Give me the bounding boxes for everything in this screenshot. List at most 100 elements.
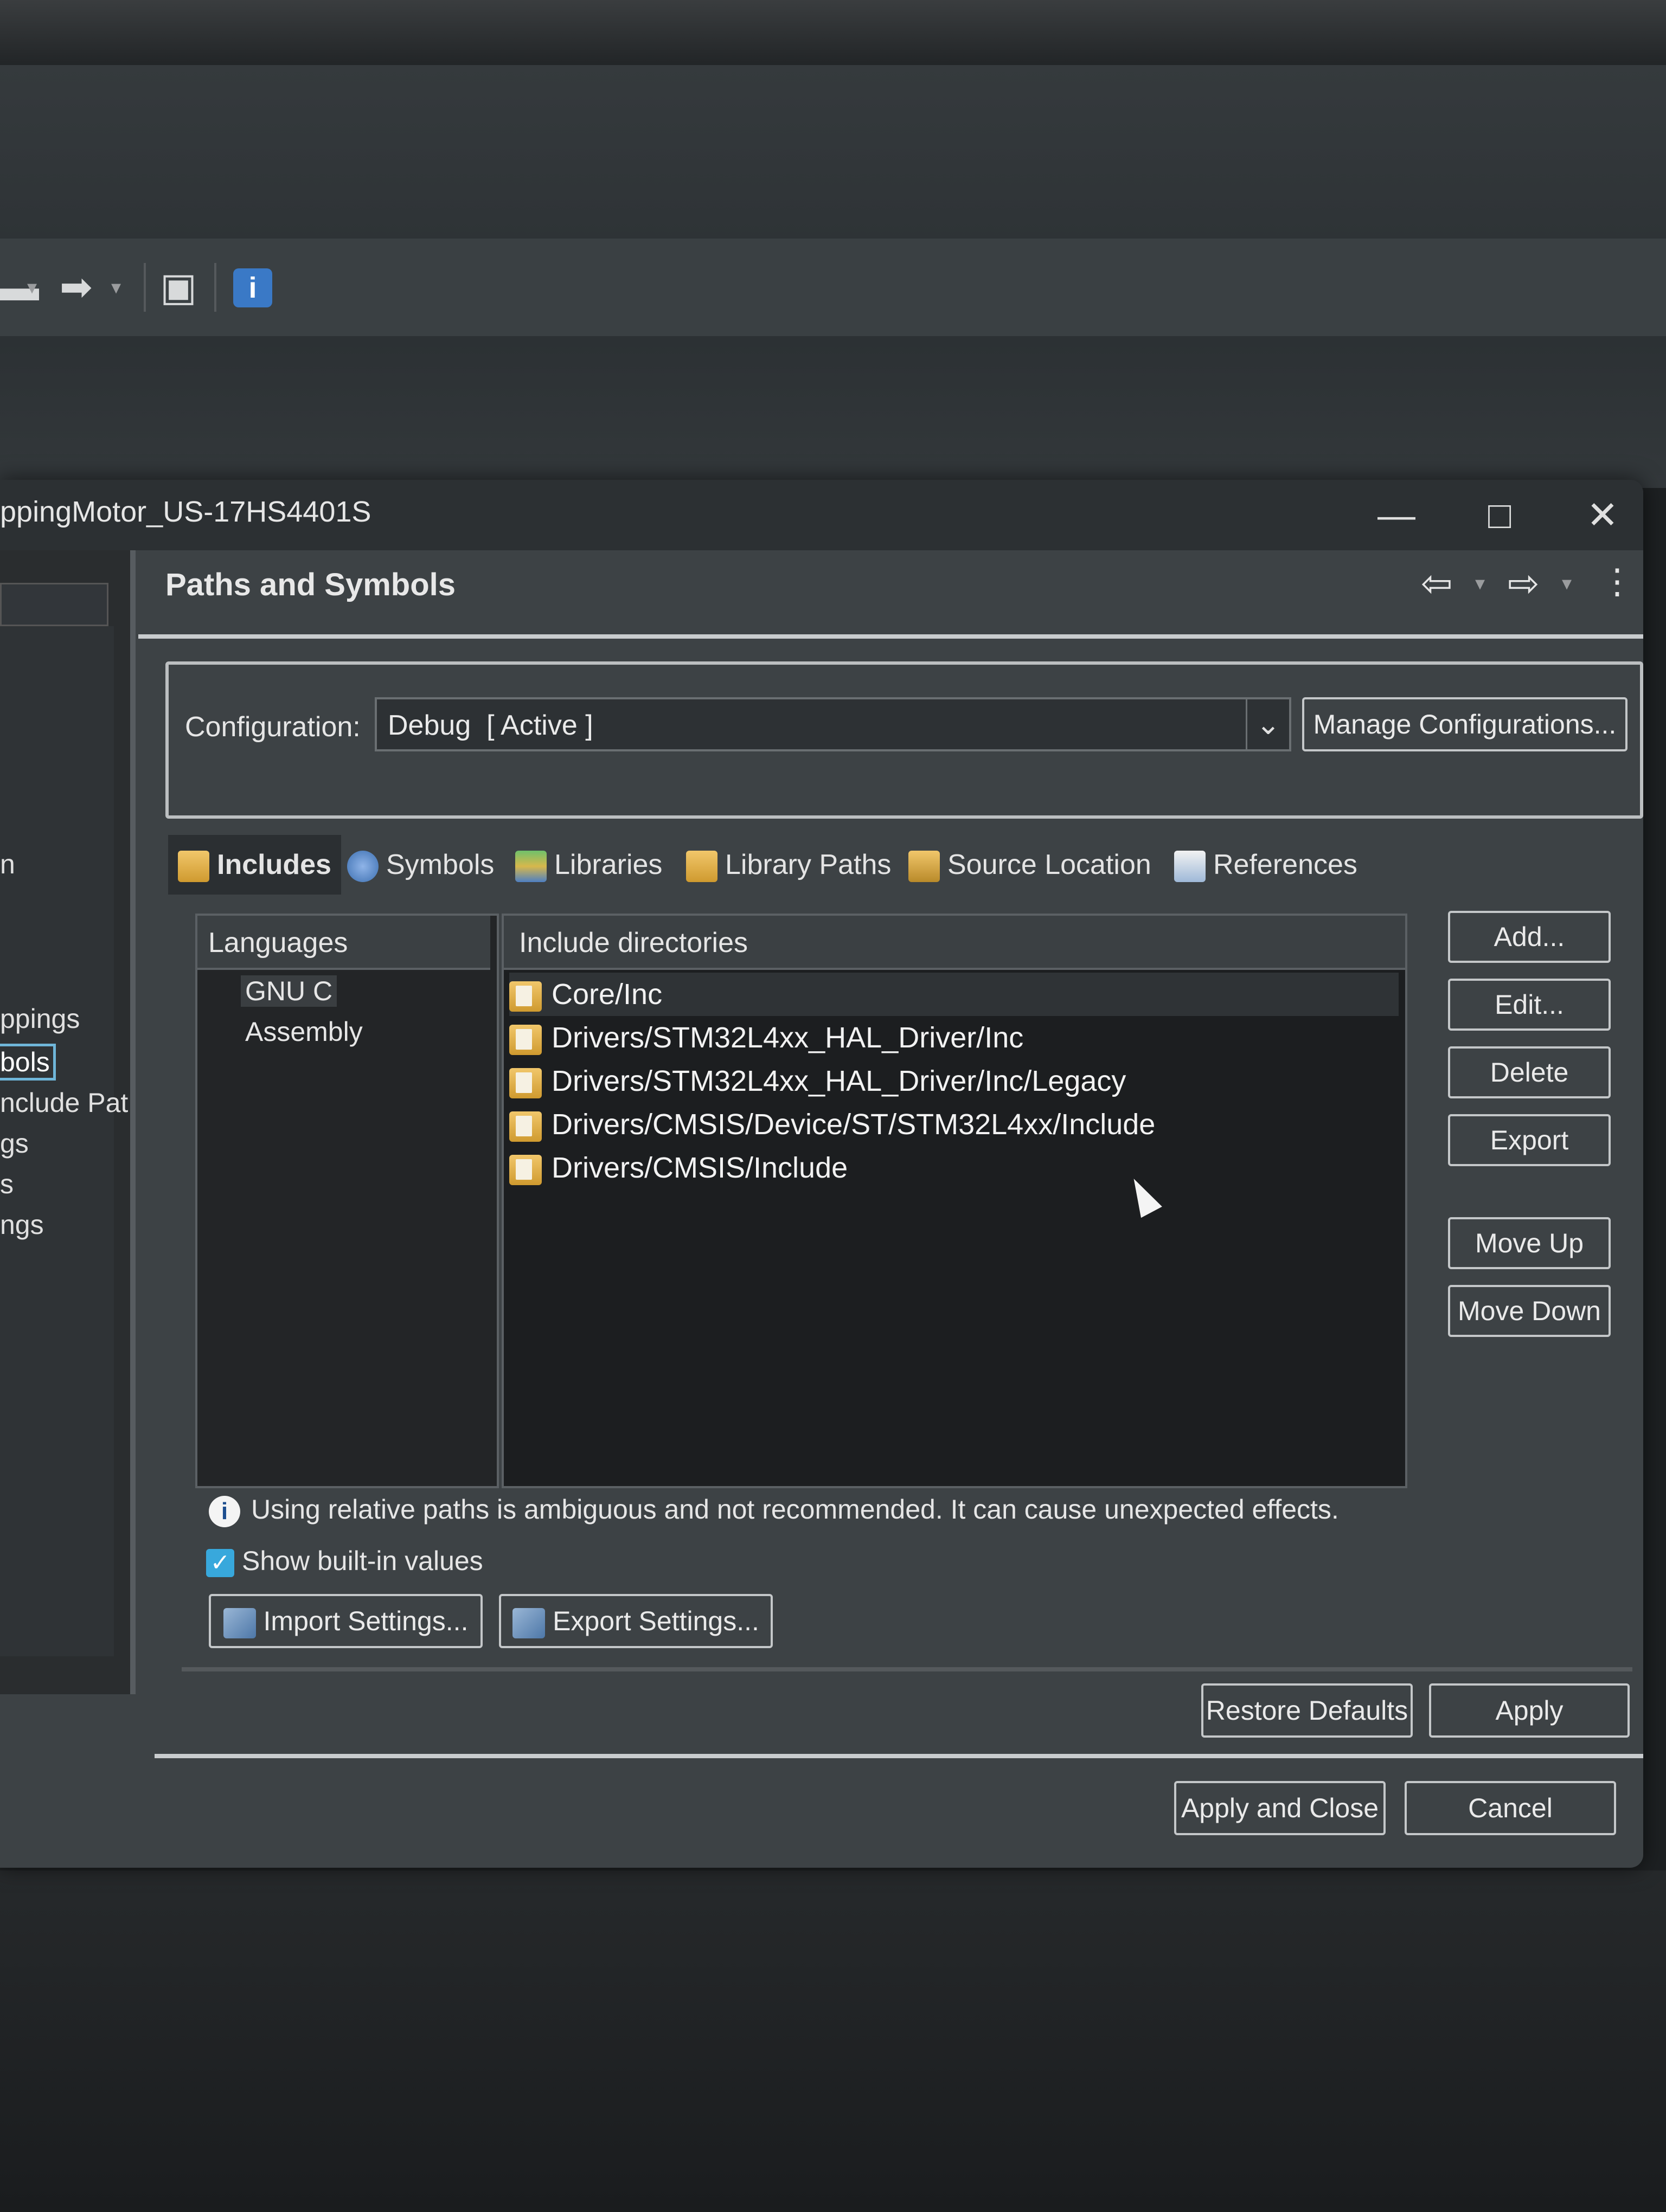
language-item-gnu-c[interactable]: GNU C bbox=[241, 975, 337, 1007]
include-folder-icon bbox=[509, 1111, 542, 1142]
pin-editor-icon[interactable]: ▣ bbox=[160, 260, 197, 314]
symbols-icon bbox=[347, 851, 379, 883]
language-item-assembly[interactable]: Assembly bbox=[241, 1016, 367, 1047]
warning-text: Using relative paths is ambiguous and no… bbox=[251, 1494, 1339, 1525]
languages-header: Languages bbox=[197, 916, 490, 970]
tab-label: Libraries bbox=[554, 849, 663, 880]
move-up-button[interactable]: Move Up bbox=[1448, 1217, 1611, 1269]
chevron-down-icon[interactable]: ⌄ bbox=[1246, 699, 1289, 749]
include-folder-icon bbox=[509, 1068, 542, 1098]
include-dir-row[interactable]: Drivers/STM32L4xx_HAL_Driver/Inc/Legacy bbox=[509, 1059, 1399, 1103]
include-folder-icon bbox=[509, 1024, 542, 1055]
configuration-value: Debug [ Active ] bbox=[388, 710, 593, 741]
chevron-down-icon[interactable]: ▾ bbox=[27, 260, 37, 314]
ide-toolbar: ▬ ▾ ➡ ▾ ▣ i bbox=[0, 239, 1666, 336]
desk-background bbox=[0, 1870, 1666, 2212]
move-down-button[interactable]: Move Down bbox=[1448, 1285, 1611, 1337]
back-icon[interactable]: ⇦ bbox=[1421, 561, 1453, 606]
tab-label: Source Location bbox=[947, 849, 1151, 880]
checkbox-checked-icon[interactable]: ✓ bbox=[206, 1548, 234, 1577]
source-location-icon bbox=[908, 851, 940, 883]
toolbar-separator bbox=[214, 263, 216, 312]
include-dir-path: Core/Inc bbox=[552, 978, 663, 1011]
forward-arrow-icon[interactable]: ➡ bbox=[60, 260, 92, 314]
manage-configurations-button[interactable]: Manage Configurations... bbox=[1302, 697, 1627, 751]
tab-label: Symbols bbox=[386, 849, 495, 880]
include-dir-row[interactable]: Drivers/CMSIS/Device/ST/STM32L4xx/Includ… bbox=[509, 1103, 1399, 1146]
tab-libraries[interactable]: Libraries bbox=[515, 835, 662, 895]
checkbox-label: Show built-in values bbox=[242, 1546, 483, 1576]
include-directories-list: Include directories Core/Inc Drivers/STM… bbox=[502, 914, 1407, 1488]
apply-and-close-button[interactable]: Apply and Close bbox=[1174, 1781, 1386, 1835]
tab-includes[interactable]: Includes bbox=[168, 835, 341, 895]
header-divider bbox=[138, 634, 1643, 639]
tree-item[interactable]: gs bbox=[0, 1128, 29, 1159]
import-settings-icon bbox=[223, 1607, 256, 1638]
export-settings-button[interactable]: Export Settings... bbox=[499, 1594, 773, 1648]
import-settings-button[interactable]: Import Settings... bbox=[209, 1594, 483, 1648]
tab-label: References bbox=[1213, 849, 1357, 880]
tabs-row: Includes Symbols Libraries Library Paths… bbox=[168, 835, 1643, 905]
tree-item[interactable]: n bbox=[0, 848, 15, 880]
content-frame-edge bbox=[182, 1667, 1632, 1671]
languages-list: Languages GNU C Assembly bbox=[195, 914, 499, 1488]
footer-divider bbox=[155, 1754, 1643, 1758]
minimize-button[interactable]: — bbox=[1367, 485, 1426, 545]
tree-item[interactable]: s bbox=[0, 1168, 14, 1200]
filter-input[interactable] bbox=[0, 583, 108, 626]
cancel-button[interactable]: Cancel bbox=[1405, 1781, 1616, 1835]
include-dir-path: Drivers/CMSIS/Device/ST/STM32L4xx/Includ… bbox=[552, 1108, 1156, 1141]
edit-button[interactable]: Edit... bbox=[1448, 979, 1611, 1031]
add-button[interactable]: Add... bbox=[1448, 911, 1611, 963]
monitor-bezel bbox=[0, 0, 1666, 65]
dialog-titlebar[interactable]: ppingMotor_US-17HS4401S — □ ✕ bbox=[0, 480, 1643, 550]
configuration-select[interactable]: Debug [ Active ] ⌄ bbox=[375, 697, 1291, 751]
includes-icon bbox=[178, 851, 209, 883]
restore-defaults-button[interactable]: Restore Defaults bbox=[1201, 1683, 1413, 1738]
properties-dialog: ppingMotor_US-17HS4401S — □ ✕ n ppings b… bbox=[0, 480, 1643, 1868]
tab-label: Includes bbox=[217, 849, 331, 880]
include-folder-icon bbox=[509, 1154, 542, 1185]
chevron-down-icon[interactable]: ▾ bbox=[1562, 572, 1572, 595]
page-nav: ⇦ ▾ ⇨ ▾ ⋮ bbox=[1421, 556, 1635, 621]
configuration-label: Configuration: bbox=[185, 711, 361, 743]
tree-item[interactable]: ppings bbox=[0, 1003, 80, 1034]
delete-button[interactable]: Delete bbox=[1448, 1046, 1611, 1098]
tab-references[interactable]: References bbox=[1174, 835, 1357, 895]
tab-source-location[interactable]: Source Location bbox=[908, 835, 1151, 895]
tab-library-paths[interactable]: Library Paths bbox=[686, 835, 891, 895]
include-directories-header: Include directories bbox=[504, 916, 1405, 970]
property-tree: n ppings bols nclude Pat gs s ngs bbox=[0, 626, 128, 1656]
export-button[interactable]: Export bbox=[1448, 1114, 1611, 1166]
dialog-title: ppingMotor_US-17HS4401S bbox=[0, 496, 371, 528]
tree-item[interactable]: nclude Pat bbox=[0, 1087, 128, 1118]
libraries-icon bbox=[515, 851, 547, 883]
relative-paths-warning: i Using relative paths is ambiguous and n… bbox=[209, 1494, 1339, 1527]
tab-symbols[interactable]: Symbols bbox=[347, 835, 494, 895]
include-dir-row[interactable]: Core/Inc bbox=[509, 973, 1399, 1016]
chevron-down-icon[interactable]: ▾ bbox=[1475, 572, 1485, 595]
tree-item-selected[interactable]: bols bbox=[0, 1044, 56, 1081]
info-icon[interactable]: i bbox=[233, 268, 272, 307]
close-button[interactable]: ✕ bbox=[1573, 485, 1632, 545]
button-label: Import Settings... bbox=[263, 1606, 469, 1636]
maximize-button[interactable]: □ bbox=[1470, 485, 1529, 545]
configuration-group: Configuration: Debug [ Active ] ⌄ Manage… bbox=[165, 661, 1643, 819]
forward-icon[interactable]: ⇨ bbox=[1508, 561, 1540, 606]
more-menu-icon[interactable]: ⋮ bbox=[1600, 561, 1635, 602]
button-label: Export Settings... bbox=[553, 1606, 759, 1636]
info-icon: i bbox=[209, 1495, 240, 1527]
apply-button[interactable]: Apply bbox=[1429, 1683, 1630, 1738]
include-dir-row[interactable]: Drivers/CMSIS/Include bbox=[509, 1146, 1399, 1189]
include-dir-path: Drivers/STM32L4xx_HAL_Driver/Inc bbox=[552, 1021, 1024, 1054]
include-dir-path: Drivers/STM32L4xx_HAL_Driver/Inc/Legacy bbox=[552, 1065, 1126, 1097]
include-folder-icon bbox=[509, 981, 542, 1012]
tree-item[interactable]: ngs bbox=[0, 1209, 44, 1240]
property-tree-pane: n ppings bols nclude Pat gs s ngs bbox=[0, 550, 136, 1694]
toolbar-separator bbox=[144, 263, 146, 312]
references-icon bbox=[1174, 851, 1206, 883]
include-dir-path: Drivers/CMSIS/Include bbox=[552, 1152, 848, 1184]
chevron-down-icon[interactable]: ▾ bbox=[111, 260, 121, 314]
show-builtin-values-checkbox[interactable]: ✓ Show built-in values bbox=[206, 1545, 483, 1577]
include-dir-row[interactable]: Drivers/STM32L4xx_HAL_Driver/Inc bbox=[509, 1016, 1399, 1059]
